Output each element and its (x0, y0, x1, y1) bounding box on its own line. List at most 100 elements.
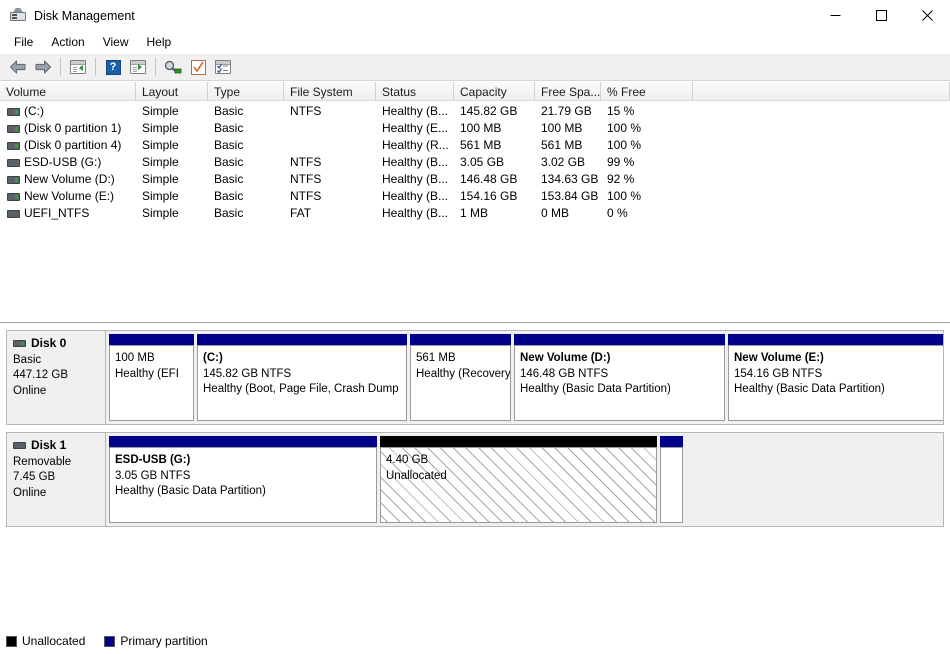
menu-bar: File Action View Help (0, 31, 950, 54)
partition-primary[interactable] (660, 436, 683, 523)
disk-size: 7.45 GB (13, 471, 56, 483)
table-row[interactable]: (Disk 0 partition 4) Simple Basic Healthy (… (0, 137, 950, 154)
table-cell-layout: Simple (142, 155, 179, 169)
partition-info: New Volume (E:) 154.16 GB NTFS Healthy (Ba… (728, 345, 943, 421)
rescan-disks-button[interactable] (161, 56, 185, 79)
back-icon (10, 60, 26, 74)
partition-status: Healthy (Basic Data Partition) (734, 383, 885, 395)
disk-header-disk-1[interactable]: Disk 1 Removable 7.45 GB Online (6, 432, 106, 527)
table-cell-volume-label: New Volume (D:) (24, 172, 115, 186)
table-cell-volume: New Volume (E:) (0, 188, 136, 205)
table-cell-capacity: 3.05 GB (460, 155, 505, 169)
partition-bar: ESD-USB (G:) 3.05 GB NTFS Healthy (Basic D… (106, 432, 944, 527)
show-hide-console-tree-button[interactable] (66, 56, 90, 79)
partition-primary[interactable]: 561 MB Healthy (Recovery (410, 334, 511, 421)
partition-primary[interactable]: 100 MB Healthy (EFI (109, 334, 194, 421)
table-row[interactable]: UEFI_NTFS Simple Basic FAT Healthy (B... 1 MB… (0, 205, 950, 222)
column-header-layout[interactable]: Layout (136, 82, 208, 100)
maximize-button[interactable] (858, 0, 904, 31)
menu-file[interactable]: File (5, 32, 42, 53)
column-header-status[interactable]: Status (376, 82, 454, 100)
volume-list[interactable]: Volume Layout Type File System Status Ca… (0, 81, 950, 323)
table-cell-volume: UEFI_NTFS (0, 205, 136, 222)
disk-icon (13, 442, 26, 450)
volume-icon-green (7, 107, 20, 116)
partition-primary[interactable]: New Volume (E:) 154.16 GB NTFS Healthy (Ba… (728, 334, 943, 421)
disk-name: Disk 0 (31, 336, 67, 350)
help-icon: ? (105, 59, 121, 75)
volume-icon (7, 158, 20, 167)
partition-name: ESD-USB (G:) (115, 454, 191, 466)
volume-list-header: Volume Layout Type File System Status Ca… (0, 81, 950, 101)
table-cell-type: Basic (214, 206, 244, 220)
volume-icon-green (7, 141, 20, 150)
column-header-percent-free[interactable]: % Free (601, 82, 693, 100)
table-row[interactable]: ESD-USB (G:) Simple Basic NTFS Healthy (B...… (0, 154, 950, 171)
partition-name: New Volume (E:) (734, 352, 824, 364)
toolbar-separator (95, 58, 96, 76)
column-header-type[interactable]: Type (208, 82, 284, 100)
partition-bar: 100 MB Healthy (EFI (C:) 145.82 GB NTFS Heal… (106, 330, 944, 425)
show-hide-action-pane-icon (130, 60, 146, 74)
table-cell-percent-free: 0 % (607, 206, 628, 220)
partition-primary[interactable]: New Volume (D:) 146.48 GB NTFS Healthy (Ba… (514, 334, 725, 421)
menu-view[interactable]: View (94, 32, 138, 53)
table-cell-free-space: 100 MB (541, 121, 583, 135)
all-tasks-button[interactable] (211, 56, 235, 79)
disk-state: Online (13, 384, 47, 397)
table-cell-status: Healthy (E... (382, 121, 449, 135)
table-row[interactable]: (C:) Simple Basic NTFS Healthy (B... 145.82 G… (0, 103, 950, 120)
partition-size: 3.05 GB NTFS (115, 469, 191, 482)
column-header-file-system[interactable]: File System (284, 82, 376, 100)
menu-action[interactable]: Action (42, 32, 93, 53)
table-cell-file-system: NTFS (290, 155, 322, 169)
table-cell-file-system: NTFS (290, 104, 322, 118)
menu-help[interactable]: Help (138, 32, 181, 53)
table-cell-type: Basic (214, 189, 244, 203)
table-cell-capacity: 100 MB (460, 121, 502, 135)
disk-header-disk-0[interactable]: Disk 0 Basic 447.12 GB Online (6, 330, 106, 425)
column-header-free-space[interactable]: Free Spa... (535, 82, 601, 100)
table-cell-volume-label: (Disk 0 partition 4) (24, 138, 122, 152)
disk-row: Disk 0 Basic 447.12 GB Online 100 MB Healthy … (6, 330, 944, 425)
partition-size: 145.82 GB NTFS (203, 367, 292, 380)
table-cell-free-space: 0 MB (541, 206, 570, 220)
table-row[interactable]: (Disk 0 partition 1) Simple Basic Healthy (… (0, 120, 950, 137)
table-cell-type: Basic (214, 138, 244, 152)
partition-color-bar (660, 436, 683, 447)
column-header-volume[interactable]: Volume (0, 82, 136, 100)
table-cell-capacity: 154.16 GB (460, 189, 518, 203)
close-button[interactable] (904, 0, 950, 31)
help-button[interactable]: ? (101, 56, 125, 79)
properties-button[interactable] (186, 56, 210, 79)
volume-icon-green (7, 175, 20, 184)
disk-state: Online (13, 486, 47, 499)
minimize-button[interactable] (812, 0, 858, 31)
table-row[interactable]: New Volume (D:) Simple Basic NTFS Healthy (B… (0, 171, 950, 188)
partition-color-bar (109, 436, 377, 447)
show-hide-action-pane-button[interactable] (126, 56, 150, 79)
partition-primary[interactable]: ESD-USB (G:) 3.05 GB NTFS Healthy (Basic D… (109, 436, 377, 523)
table-cell-volume: (Disk 0 partition 1) (0, 120, 136, 137)
table-cell-volume-label: UEFI_NTFS (24, 206, 90, 220)
forward-button[interactable] (31, 56, 55, 79)
back-button[interactable] (6, 56, 30, 79)
partition-size: 561 MB (416, 352, 456, 364)
toolbar: ? (0, 54, 950, 81)
disk-rows-container: Disk 0 Basic 447.12 GB Online 100 MB Healthy … (0, 330, 950, 527)
partition-color-bar (380, 436, 657, 447)
window-title: Disk Management (34, 8, 135, 23)
table-cell-free-space: 134.63 GB (541, 172, 599, 186)
table-row[interactable]: New Volume (E:) Simple Basic NTFS Healthy (B… (0, 188, 950, 205)
table-cell-status: Healthy (B... (382, 189, 449, 203)
partition-primary[interactable]: (C:) 145.82 GB NTFS Healthy (Boot, Page Fi… (197, 334, 407, 421)
table-cell-status: Healthy (B... (382, 104, 449, 118)
table-cell-file-system: FAT (290, 206, 312, 220)
partition-color-bar (514, 334, 725, 345)
table-cell-percent-free: 15 % (607, 104, 635, 118)
disk-type: Removable (13, 455, 72, 468)
column-header-capacity[interactable]: Capacity (454, 82, 535, 100)
partition-unallocated[interactable]: 4.40 GB Unallocated (380, 436, 657, 523)
partition-size: 146.48 GB NTFS (520, 367, 609, 380)
table-cell-percent-free: 100 % (607, 189, 642, 203)
